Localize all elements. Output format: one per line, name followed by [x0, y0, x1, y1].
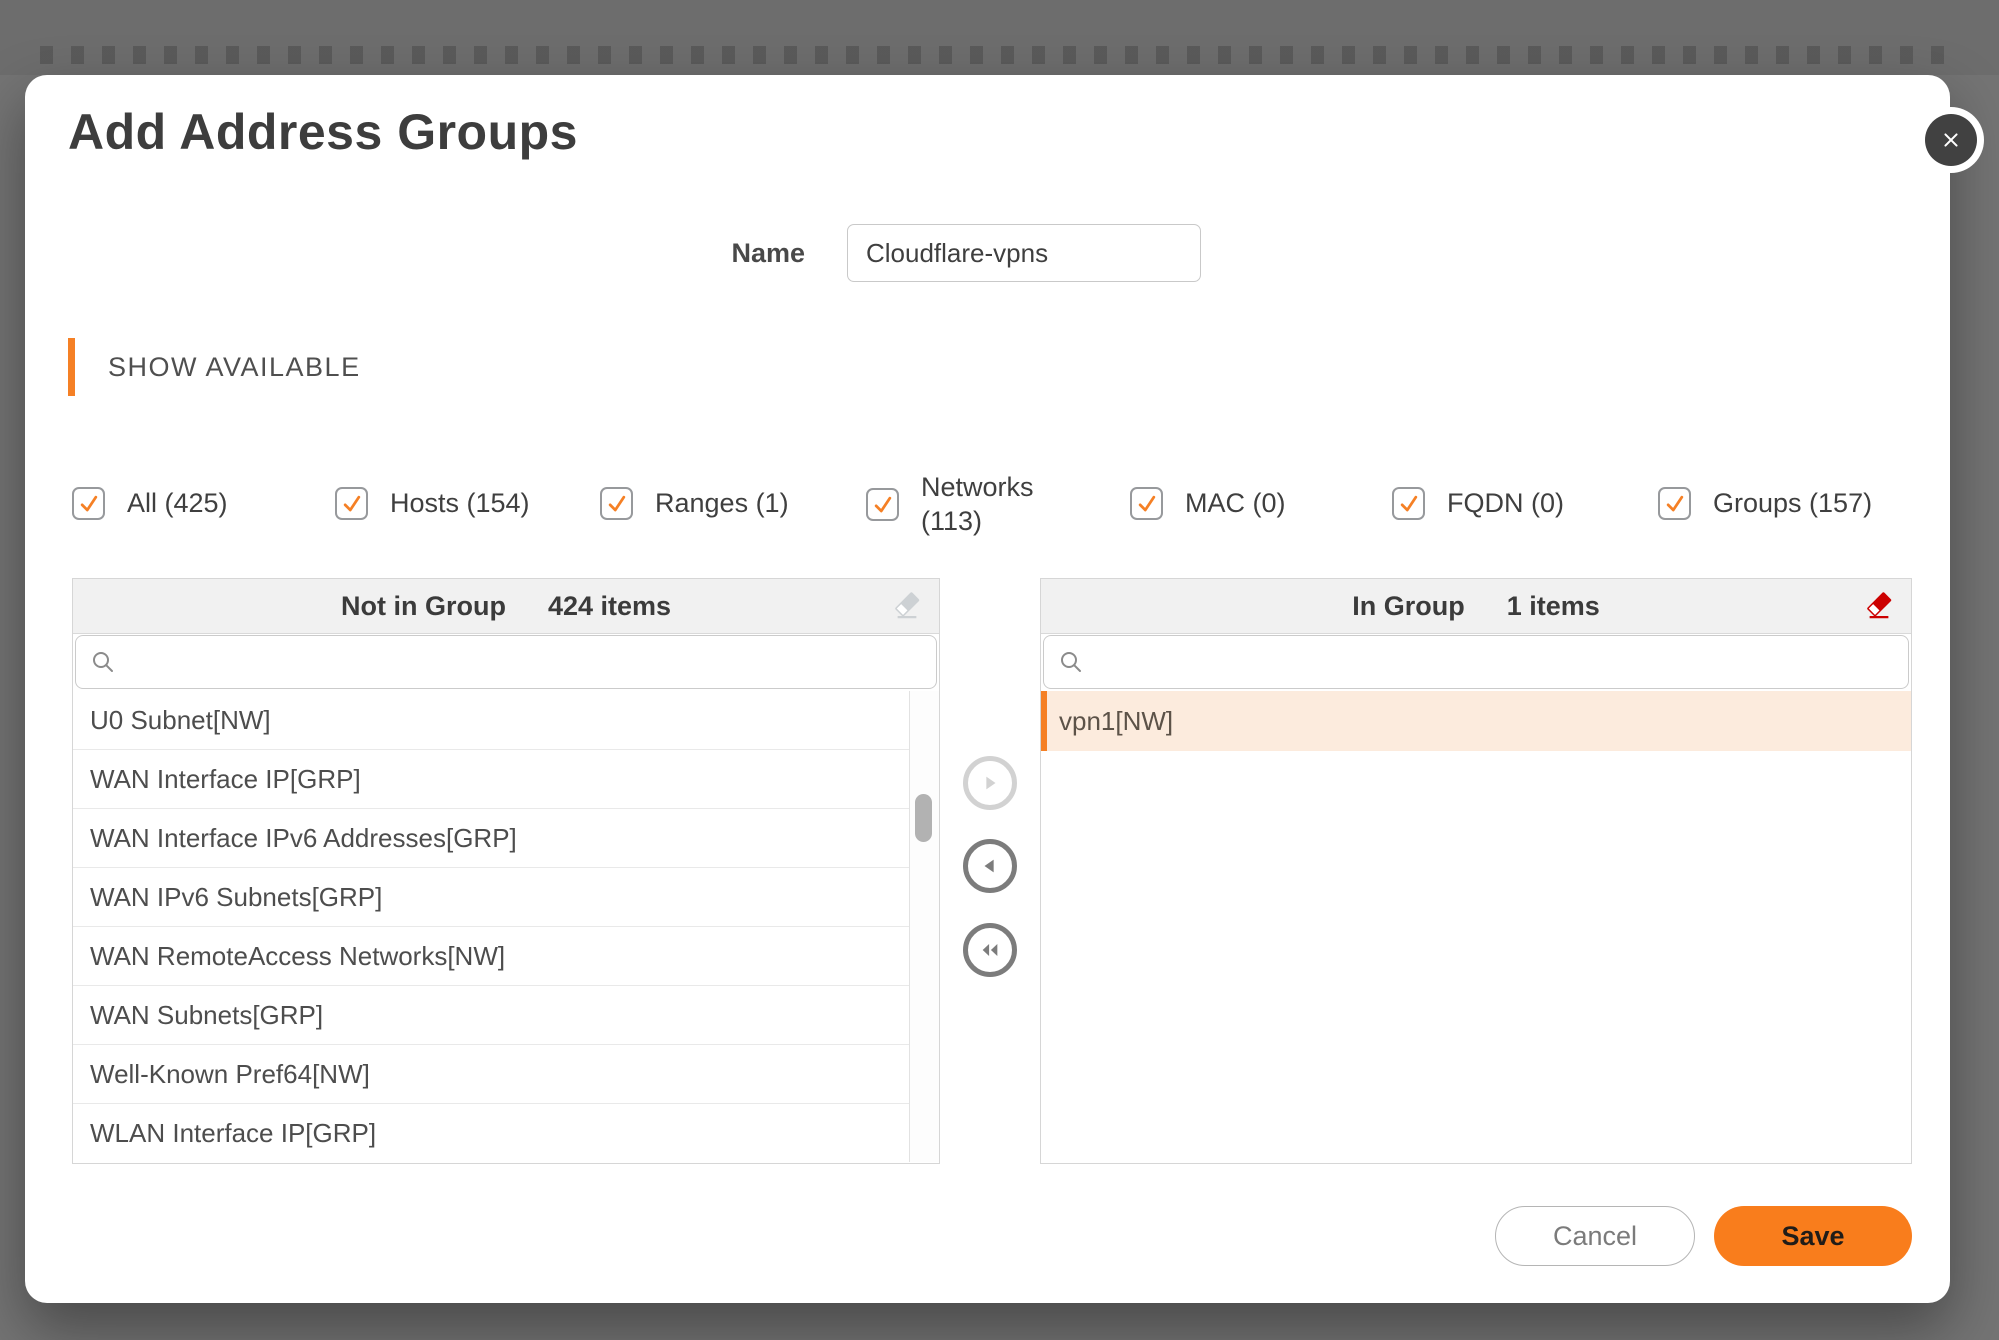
name-field-label: Name: [645, 238, 805, 269]
move-right-button[interactable]: [963, 756, 1017, 810]
section-accent-bar: [68, 338, 75, 396]
filter-label: Groups (157): [1713, 488, 1872, 519]
list-scrollbar-track[interactable]: [909, 691, 939, 1162]
search-input[interactable]: [116, 635, 936, 689]
add-address-groups-dialog: Add Address Groups Name SHOW AVAILABLE A…: [25, 75, 1950, 1303]
move-left-button[interactable]: [963, 839, 1017, 893]
panel-item-count: 424 items: [548, 591, 671, 622]
not-in-group-search: [75, 635, 937, 689]
show-available-section: SHOW AVAILABLE: [68, 338, 361, 396]
checkbox[interactable]: [1130, 487, 1163, 520]
close-icon: [1938, 127, 1964, 153]
checkbox[interactable]: [866, 488, 899, 521]
list-item[interactable]: WAN RemoteAccess Networks[NW]: [73, 927, 909, 986]
in-group-search: [1043, 635, 1909, 689]
dialog-title: Add Address Groups: [68, 103, 578, 161]
filter-checkbox-item: Networks (113): [866, 471, 1049, 539]
checkbox[interactable]: [600, 487, 633, 520]
cancel-button[interactable]: Cancel: [1495, 1206, 1695, 1266]
clear-group-button[interactable]: [1861, 588, 1897, 624]
filter-checkbox-item: FQDN (0): [1392, 487, 1564, 520]
move-all-left-button[interactable]: [963, 923, 1017, 977]
check-icon: [605, 492, 629, 516]
filter-checkbox-item: Hosts (154): [335, 487, 530, 520]
selected-list-item[interactable]: vpn1[NW]: [1041, 691, 1911, 751]
check-icon: [871, 493, 895, 517]
filter-label: FQDN (0): [1447, 488, 1564, 519]
backdrop-blurred-content: [40, 46, 1959, 64]
check-icon: [1135, 492, 1159, 516]
name-input[interactable]: [847, 224, 1201, 282]
list-item[interactable]: WAN Subnets[GRP]: [73, 986, 909, 1045]
search-icon: [1058, 649, 1084, 675]
check-icon: [77, 492, 101, 516]
clear-selection-button[interactable]: [889, 588, 925, 624]
check-icon: [1397, 492, 1421, 516]
checkbox[interactable]: [1658, 487, 1691, 520]
in-group-list: vpn1[NW]: [1041, 691, 1911, 1162]
panel-title: In Group: [1352, 591, 1464, 622]
panel-item-count: 1 items: [1507, 591, 1600, 622]
filter-checkbox-item: All (425): [72, 487, 228, 520]
filter-label: All (425): [127, 488, 228, 519]
in-group-header: In Group 1 items: [1041, 579, 1911, 634]
close-button[interactable]: [1925, 114, 1977, 166]
eraser-icon: [892, 591, 922, 621]
checkbox[interactable]: [335, 487, 368, 520]
filter-label: Hosts (154): [390, 488, 530, 519]
not-in-group-panel: Not in Group 424 items: [72, 578, 940, 1164]
list-scrollbar-thumb[interactable]: [915, 794, 932, 842]
list-item[interactable]: U0 Subnet[NW]: [73, 691, 909, 750]
list-item[interactable]: Well-Known Pref64[NW]: [73, 1045, 909, 1104]
filter-label: Ranges (1): [655, 488, 789, 519]
arrow-left-icon: [979, 855, 1001, 877]
check-icon: [340, 492, 364, 516]
filter-label: Networks (113): [921, 471, 1049, 539]
list-item[interactable]: WAN IPv6 Subnets[GRP]: [73, 868, 909, 927]
list-item[interactable]: WAN Interface IP[GRP]: [73, 750, 909, 809]
save-button[interactable]: Save: [1714, 1206, 1912, 1266]
search-icon: [90, 649, 116, 675]
not-in-group-header: Not in Group 424 items: [73, 579, 939, 634]
section-label: SHOW AVAILABLE: [108, 352, 361, 383]
double-arrow-left-icon: [979, 939, 1001, 961]
not-in-group-list: U0 Subnet[NW]WAN Interface IP[GRP]WAN In…: [73, 691, 909, 1162]
in-group-panel: In Group 1 items: [1040, 578, 1912, 1164]
filter-checkbox-item: Ranges (1): [600, 487, 789, 520]
checkbox[interactable]: [1392, 487, 1425, 520]
arrow-right-icon: [979, 772, 1001, 794]
filter-checkbox-item: Groups (157): [1658, 487, 1872, 520]
eraser-icon: [1864, 591, 1894, 621]
filter-checkbox-item: MAC (0): [1130, 487, 1286, 520]
list-item[interactable]: WAN Interface IPv6 Addresses[GRP]: [73, 809, 909, 868]
search-input[interactable]: [1084, 635, 1908, 689]
panel-title: Not in Group: [341, 591, 506, 622]
checkbox[interactable]: [72, 487, 105, 520]
filter-label: MAC (0): [1185, 488, 1286, 519]
list-item[interactable]: WLAN Interface IP[GRP]: [73, 1104, 909, 1162]
check-icon: [1663, 492, 1687, 516]
